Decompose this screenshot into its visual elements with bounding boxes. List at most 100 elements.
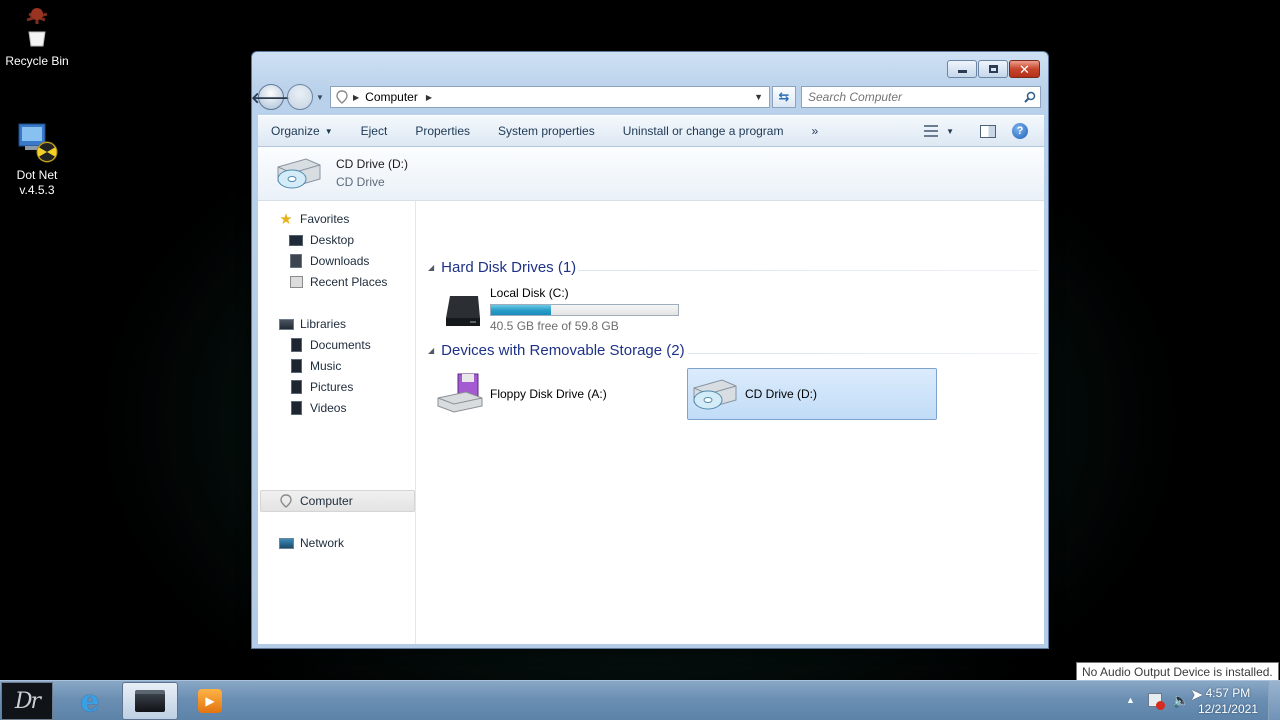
- taskbar-windows-explorer[interactable]: [122, 682, 178, 720]
- caption-buttons: ✕: [947, 60, 1040, 78]
- group-hard-disk-drives[interactable]: ◢ Hard Disk Drives (1): [428, 259, 576, 276]
- explorer-window: ✕ 🡐 ▼ ▶ Computer ▶ ▼ ⇆ Search Computer O…: [251, 51, 1049, 649]
- libraries-icon: [278, 316, 294, 332]
- content-area: ★ Favorites Desktop Downloads Recent Pla…: [258, 201, 1044, 644]
- refresh-button[interactable]: ⇆: [772, 86, 796, 108]
- nav-documents[interactable]: Documents: [288, 335, 371, 355]
- collapse-triangle-icon[interactable]: ◢: [428, 346, 434, 355]
- nav-videos[interactable]: Videos: [288, 398, 346, 418]
- nav-libraries[interactable]: Libraries: [278, 314, 346, 334]
- show-hidden-icons-icon[interactable]: ▲: [1126, 695, 1135, 705]
- search-box[interactable]: [801, 86, 1041, 108]
- nav-recent-places[interactable]: Recent Places: [288, 272, 387, 292]
- details-pane: CD Drive (D:) CD Drive: [258, 147, 1044, 201]
- refresh-icon: ⇆: [778, 89, 790, 104]
- view-options-icon: [924, 125, 939, 137]
- dotnet-label-line2: v.4.5.3: [19, 183, 55, 197]
- cd-drive-d[interactable]: CD Drive (D:): [690, 371, 817, 417]
- help-button[interactable]: ?: [1008, 118, 1044, 144]
- nav-favorites-label: Favorites: [300, 212, 350, 226]
- collapse-triangle-icon[interactable]: ◢: [428, 263, 434, 272]
- desktop-icon-recycle-bin[interactable]: Recycle Bin: [0, 6, 74, 69]
- hard-drive-icon: [438, 290, 486, 330]
- search-input[interactable]: [802, 90, 1020, 104]
- floppy-drive-a[interactable]: Floppy Disk Drive (A:): [436, 371, 607, 417]
- close-icon: ✕: [1019, 61, 1030, 77]
- nav-network-label: Network: [300, 536, 345, 550]
- more-commands-button[interactable]: »: [797, 118, 832, 144]
- uninstall-program-button[interactable]: Uninstall or change a program: [609, 118, 798, 144]
- local-disk-name: Local Disk (C:): [490, 286, 569, 300]
- floppy-drive-label: Floppy Disk Drive (A:): [490, 387, 607, 401]
- dotnet-label-line1: Dot Net: [16, 168, 58, 182]
- local-disk-c[interactable]: Local Disk (C:) 40.5 GB free of 59.8 GB: [438, 286, 679, 333]
- nav-computer[interactable]: Computer: [278, 491, 353, 511]
- taskbar-internet-explorer[interactable]: e: [62, 682, 118, 720]
- navigation-pane: ★ Favorites Desktop Downloads Recent Pla…: [258, 201, 416, 644]
- music-icon: [288, 358, 304, 374]
- clock-date: 12/21/2021: [1197, 702, 1258, 716]
- nav-downloads[interactable]: Downloads: [288, 251, 369, 271]
- taskbar-media-player[interactable]: ▶: [182, 682, 238, 720]
- preview-pane-icon: [980, 124, 996, 138]
- media-player-icon: ▶: [198, 689, 222, 713]
- cd-drive-icon: [690, 374, 738, 414]
- address-separator-icon[interactable]: ▶: [353, 93, 359, 102]
- navigation-bar: 🡐 ▼ ▶ Computer ▶ ▼ ⇆: [251, 83, 1042, 111]
- nav-network[interactable]: Network: [278, 533, 344, 553]
- maximize-button[interactable]: [978, 60, 1008, 78]
- change-view-button[interactable]: ▼: [918, 118, 960, 144]
- address-crumb-arrow-icon[interactable]: ▶: [426, 93, 432, 102]
- system-clock[interactable]: 4:57 PM 12/21/2021: [1198, 685, 1258, 717]
- computer-icon: [278, 493, 294, 509]
- recent-pages-dropdown-icon[interactable]: ▼: [316, 93, 324, 102]
- computer-address-icon: [331, 90, 353, 104]
- group-removable-storage[interactable]: ◢ Devices with Removable Storage (2): [428, 342, 685, 359]
- organize-dropdown-icon: ▼: [324, 126, 333, 136]
- system-properties-button[interactable]: System properties: [484, 118, 609, 144]
- command-bar: Organize ▼ Eject Properties System prope…: [258, 115, 1044, 147]
- nav-desktop[interactable]: Desktop: [288, 230, 354, 250]
- desktop-icon-dotnet[interactable]: Dot Net v.4.5.3: [0, 120, 74, 198]
- eject-button[interactable]: Eject: [347, 118, 402, 144]
- dotnet-installer-icon: [15, 120, 59, 164]
- speaker-muted-icon[interactable]: 🔈: [1172, 692, 1189, 709]
- audio-tooltip: No Audio Output Device is installed.: [1076, 662, 1279, 682]
- search-icon[interactable]: [1020, 91, 1040, 103]
- folder-icon: [135, 690, 165, 712]
- close-button[interactable]: ✕: [1009, 60, 1040, 78]
- group-divider: [578, 270, 1038, 271]
- nav-documents-label: Documents: [310, 338, 371, 352]
- back-button[interactable]: 🡐: [251, 84, 291, 110]
- nav-music[interactable]: Music: [288, 356, 341, 376]
- forward-button[interactable]: [287, 84, 313, 110]
- nav-downloads-label: Downloads: [310, 254, 370, 268]
- view-dropdown-icon: ▼: [946, 126, 954, 136]
- address-crumb-computer[interactable]: Computer: [365, 90, 418, 104]
- properties-button[interactable]: Properties: [401, 118, 484, 144]
- downloads-icon: [288, 253, 304, 269]
- nav-favorites[interactable]: ★ Favorites: [278, 209, 349, 229]
- details-subtitle: CD Drive: [336, 175, 385, 189]
- action-center-flag-icon[interactable]: [1148, 693, 1165, 710]
- floppy-drive-icon: [436, 372, 484, 416]
- clock-time: 4:57 PM: [1205, 686, 1251, 700]
- show-desktop-button[interactable]: [1268, 681, 1280, 720]
- group-divider: [688, 353, 1038, 354]
- organize-button[interactable]: Organize ▼: [258, 118, 347, 144]
- start-button[interactable]: Dr: [1, 682, 53, 720]
- star-icon: ★: [279, 211, 293, 228]
- internet-explorer-icon: e: [80, 683, 100, 719]
- disk-usage-bar: [490, 304, 679, 316]
- cd-drive-large-icon: [274, 153, 322, 196]
- address-dropdown-icon[interactable]: ▼: [754, 92, 763, 102]
- help-icon: ?: [1012, 123, 1028, 139]
- minimize-button[interactable]: [947, 60, 977, 78]
- network-icon: [278, 535, 294, 551]
- address-bar[interactable]: ▶ Computer ▶ ▼: [330, 86, 770, 108]
- back-arrow-icon: 🡐: [250, 89, 292, 107]
- nav-pictures[interactable]: Pictures: [288, 377, 353, 397]
- preview-pane-button[interactable]: [960, 118, 1008, 144]
- videos-icon: [288, 400, 304, 416]
- nav-recent-label: Recent Places: [310, 275, 388, 289]
